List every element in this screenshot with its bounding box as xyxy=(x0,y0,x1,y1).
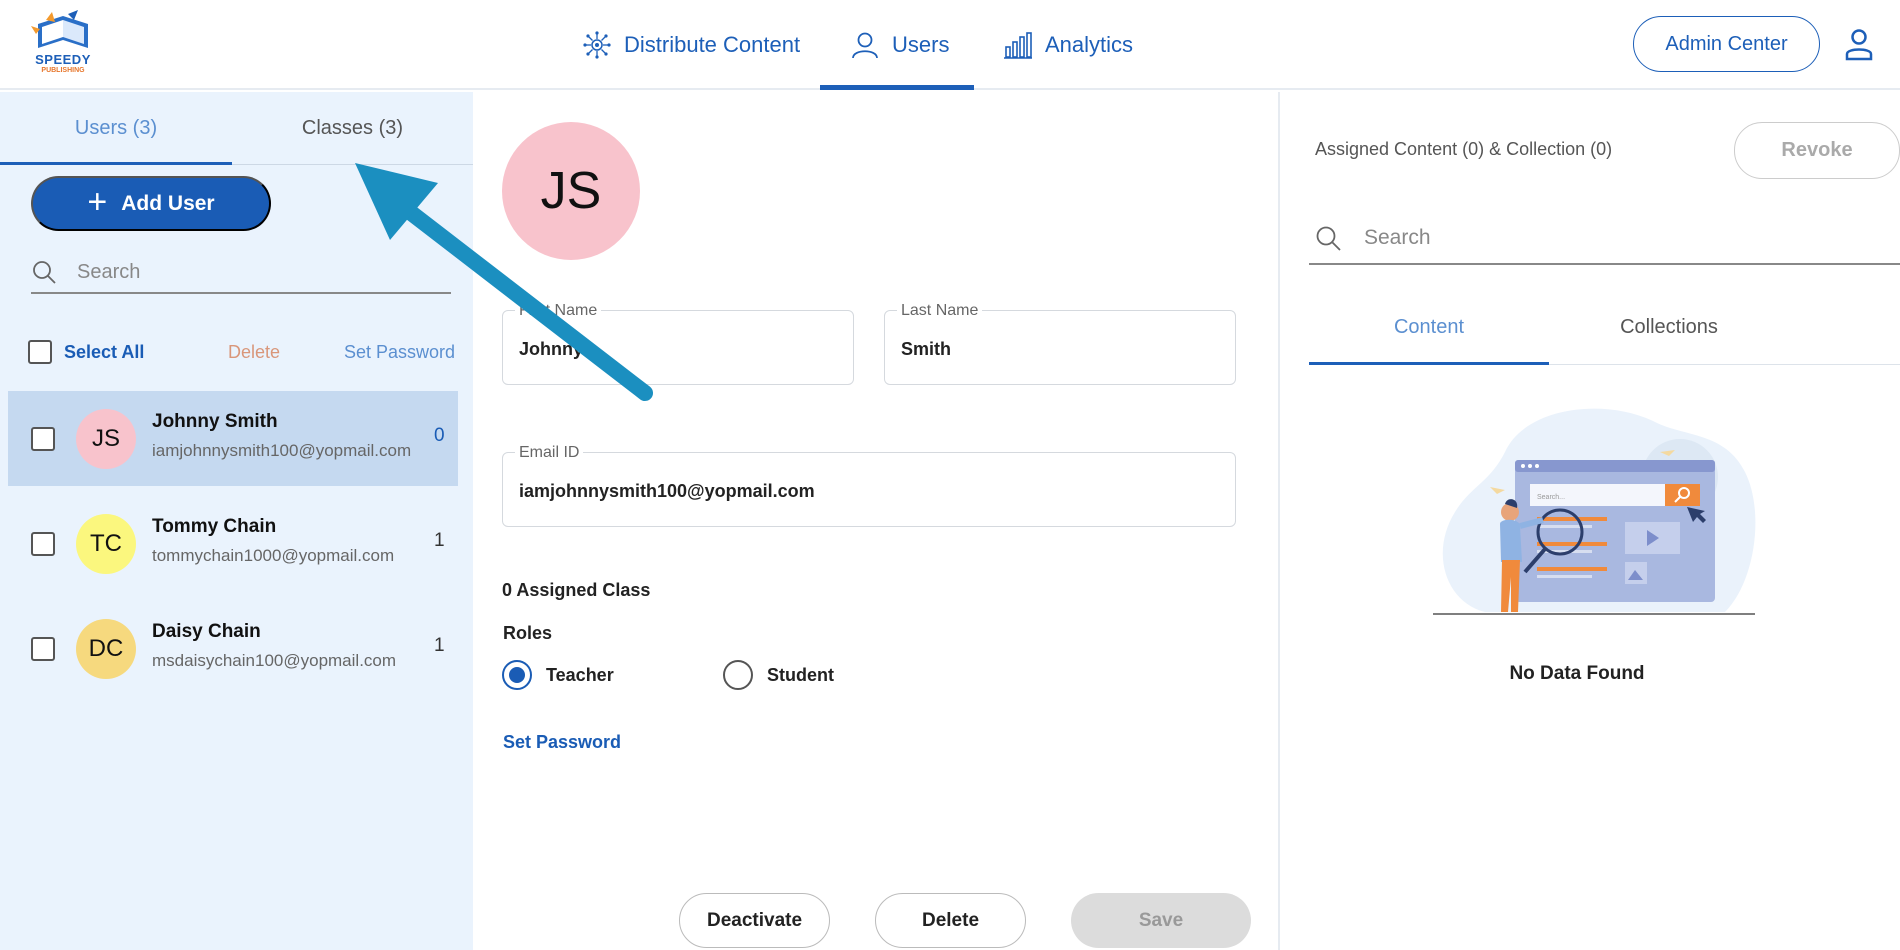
tab-collections[interactable]: Collections xyxy=(1549,297,1789,357)
user-row-johnny-smith[interactable]: JS Johnny Smith iamjohnnysmith100@yopmai… xyxy=(8,391,458,486)
user-email: tommychain1000@yopmail.com xyxy=(152,546,395,565)
email-field[interactable]: Email ID iamjohnnysmith100@yopmail.com xyxy=(502,444,1236,527)
last-name-field[interactable]: Last Name Smith xyxy=(884,302,1236,385)
user-row-tommy-chain[interactable]: TC Tommy Chain tommychain1000@yopmail.co… xyxy=(8,496,458,591)
speedy-publishing-logo[interactable]: SPEEDY PUBLISHING xyxy=(28,10,98,78)
tab-content[interactable]: Content xyxy=(1309,297,1549,357)
search-placeholder: Search xyxy=(77,260,141,283)
user-name: Tommy Chain xyxy=(152,516,277,537)
radio-selected-icon xyxy=(502,660,532,690)
book-logo-icon xyxy=(31,10,88,48)
nav-active-indicator xyxy=(820,85,974,90)
tab-classes[interactable]: Classes (3) xyxy=(232,92,473,164)
radio-unselected-icon xyxy=(723,660,753,690)
assigned-content-panel: Assigned Content (0) & Collection (0) Re… xyxy=(1280,92,1900,950)
logo-text: SPEEDY xyxy=(35,52,91,67)
logo-subtext: PUBLISHING xyxy=(41,67,85,74)
tab-users[interactable]: Users (3) xyxy=(0,92,232,164)
nav-distribute-content[interactable]: Distribute Content xyxy=(582,0,800,90)
assigned-class-count: 0 Assigned Class xyxy=(502,580,651,600)
last-name-label: Last Name xyxy=(897,302,983,320)
email-label: Email ID xyxy=(515,444,584,462)
user-icon xyxy=(852,32,878,59)
save-button[interactable]: Save xyxy=(1071,893,1251,948)
user-row-checkbox[interactable] xyxy=(31,637,55,661)
user-name: Daisy Chain xyxy=(152,621,261,642)
avatar: JS xyxy=(76,409,136,469)
role-label: Student xyxy=(767,664,834,685)
deactivate-button[interactable]: Deactivate xyxy=(679,893,830,948)
add-user-label: Add User xyxy=(121,191,215,215)
nav-label: Distribute Content xyxy=(624,32,801,57)
select-all[interactable]: Select All xyxy=(28,337,144,367)
user-row-checkbox[interactable] xyxy=(31,532,55,556)
first-name-field[interactable]: First Name Johnny xyxy=(502,302,854,385)
avatar: TC xyxy=(76,514,136,574)
tab-active-indicator xyxy=(0,162,232,165)
email-value: iamjohnnysmith100@yopmail.com xyxy=(519,481,815,501)
select-all-label: Select All xyxy=(64,341,145,362)
user-row-checkbox[interactable] xyxy=(31,427,55,451)
analytics-icon xyxy=(1004,32,1032,59)
user-class-count: 1 xyxy=(434,530,445,551)
illustration-search-text: Search... xyxy=(1537,494,1565,501)
content-search-input[interactable]: Search xyxy=(1309,212,1900,265)
first-name-label: First Name xyxy=(515,302,602,320)
bulk-set-password-link[interactable]: Set Password xyxy=(344,337,455,367)
user-class-count: 0 xyxy=(434,425,445,446)
revoke-button[interactable]: Revoke xyxy=(1734,122,1900,179)
avatar: DC xyxy=(76,619,136,679)
add-user-button[interactable]: + Add User xyxy=(31,176,271,231)
user-class-count: 1 xyxy=(434,635,445,656)
user-email: msdaisychain100@yopmail.com xyxy=(152,651,397,670)
bulk-delete-link[interactable]: Delete xyxy=(228,337,280,367)
nav-analytics[interactable]: Analytics xyxy=(1003,0,1133,90)
user-search-input[interactable]: Search xyxy=(31,252,451,294)
last-name-value: Smith xyxy=(901,339,952,359)
tab-active-indicator xyxy=(1309,362,1549,365)
user-row-daisy-chain[interactable]: DC Daisy Chain msdaisychain100@yopmail.c… xyxy=(8,601,458,696)
user-name: Johnny Smith xyxy=(152,411,278,432)
user-detail-panel: JS First Name Johnny Last Name Smith Ema… xyxy=(473,92,1279,950)
user-email: iamjohnnysmith100@yopmail.com xyxy=(152,441,412,460)
role-student-radio[interactable]: Student xyxy=(723,660,834,690)
admin-center-button[interactable]: Admin Center xyxy=(1633,16,1820,72)
nav-label: Analytics xyxy=(1045,32,1134,57)
nav-label: Users xyxy=(892,32,950,57)
no-data-illustration: Search... xyxy=(1433,408,1756,615)
plus-icon: + xyxy=(87,183,108,221)
role-label: Teacher xyxy=(546,664,614,685)
profile-icon[interactable] xyxy=(1843,27,1875,61)
first-name-value: Johnny xyxy=(519,339,584,359)
search-icon xyxy=(33,261,56,284)
set-password-link[interactable]: Set Password xyxy=(503,732,621,753)
no-data-message: No Data Found xyxy=(1509,663,1645,684)
distribute-icon xyxy=(583,31,611,59)
select-all-checkbox[interactable] xyxy=(28,340,52,364)
search-placeholder: Search xyxy=(1364,225,1431,249)
delete-button[interactable]: Delete xyxy=(875,893,1026,948)
nav-users[interactable]: Users xyxy=(850,0,949,90)
roles-label: Roles xyxy=(503,623,553,643)
users-list-panel: Users (3) Classes (3) + Add User Search … xyxy=(0,92,473,950)
search-icon xyxy=(1316,226,1341,251)
assigned-content-title: Assigned Content (0) & Collection (0) xyxy=(1315,139,1613,159)
user-detail-avatar: JS xyxy=(502,122,640,260)
top-header: SPEEDY PUBLISHING Distribute Content Use… xyxy=(0,0,1900,90)
role-teacher-radio[interactable]: Teacher xyxy=(502,660,614,690)
